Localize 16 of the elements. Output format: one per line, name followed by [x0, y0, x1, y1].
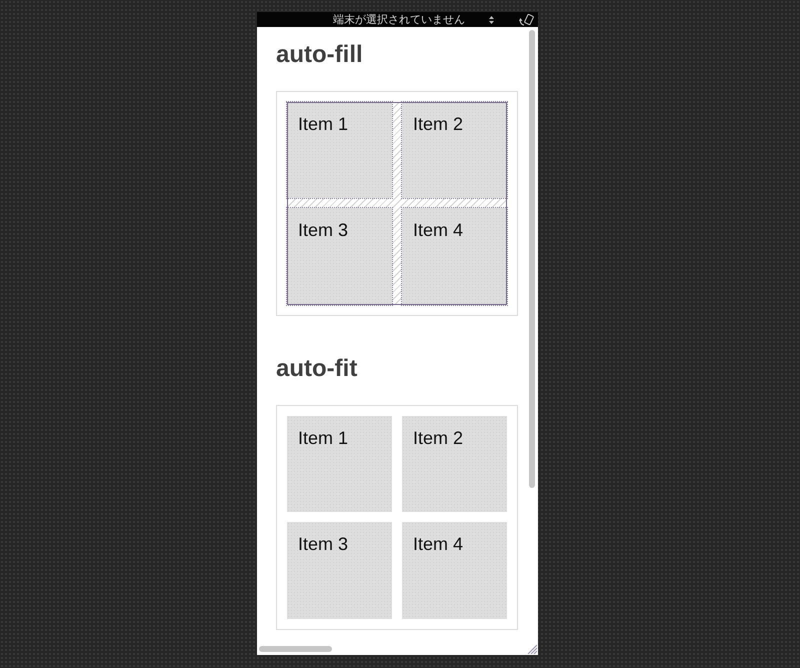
grid-item: Item 1: [287, 102, 392, 198]
grid-item: Item 4: [402, 522, 507, 619]
updown-caret-icon: [489, 16, 494, 24]
rotate-icon[interactable]: [519, 14, 535, 26]
device-select[interactable]: 端末が選択されていません: [333, 13, 494, 26]
section-heading: auto-fill: [276, 41, 363, 69]
horizontal-scrollbar[interactable]: [259, 646, 332, 652]
grid-item: Item 2: [402, 102, 507, 198]
grid-item: Item 2: [402, 416, 507, 512]
section-heading: auto-fit: [276, 355, 358, 383]
grid-item: Item 4: [402, 208, 507, 305]
grid-item: Item 3: [287, 208, 392, 305]
grid-item: Item 1: [287, 416, 392, 512]
vertical-scrollbar[interactable]: [529, 30, 535, 488]
resize-grip-icon[interactable]: [527, 644, 537, 654]
grid-item: Item 3: [287, 522, 392, 619]
